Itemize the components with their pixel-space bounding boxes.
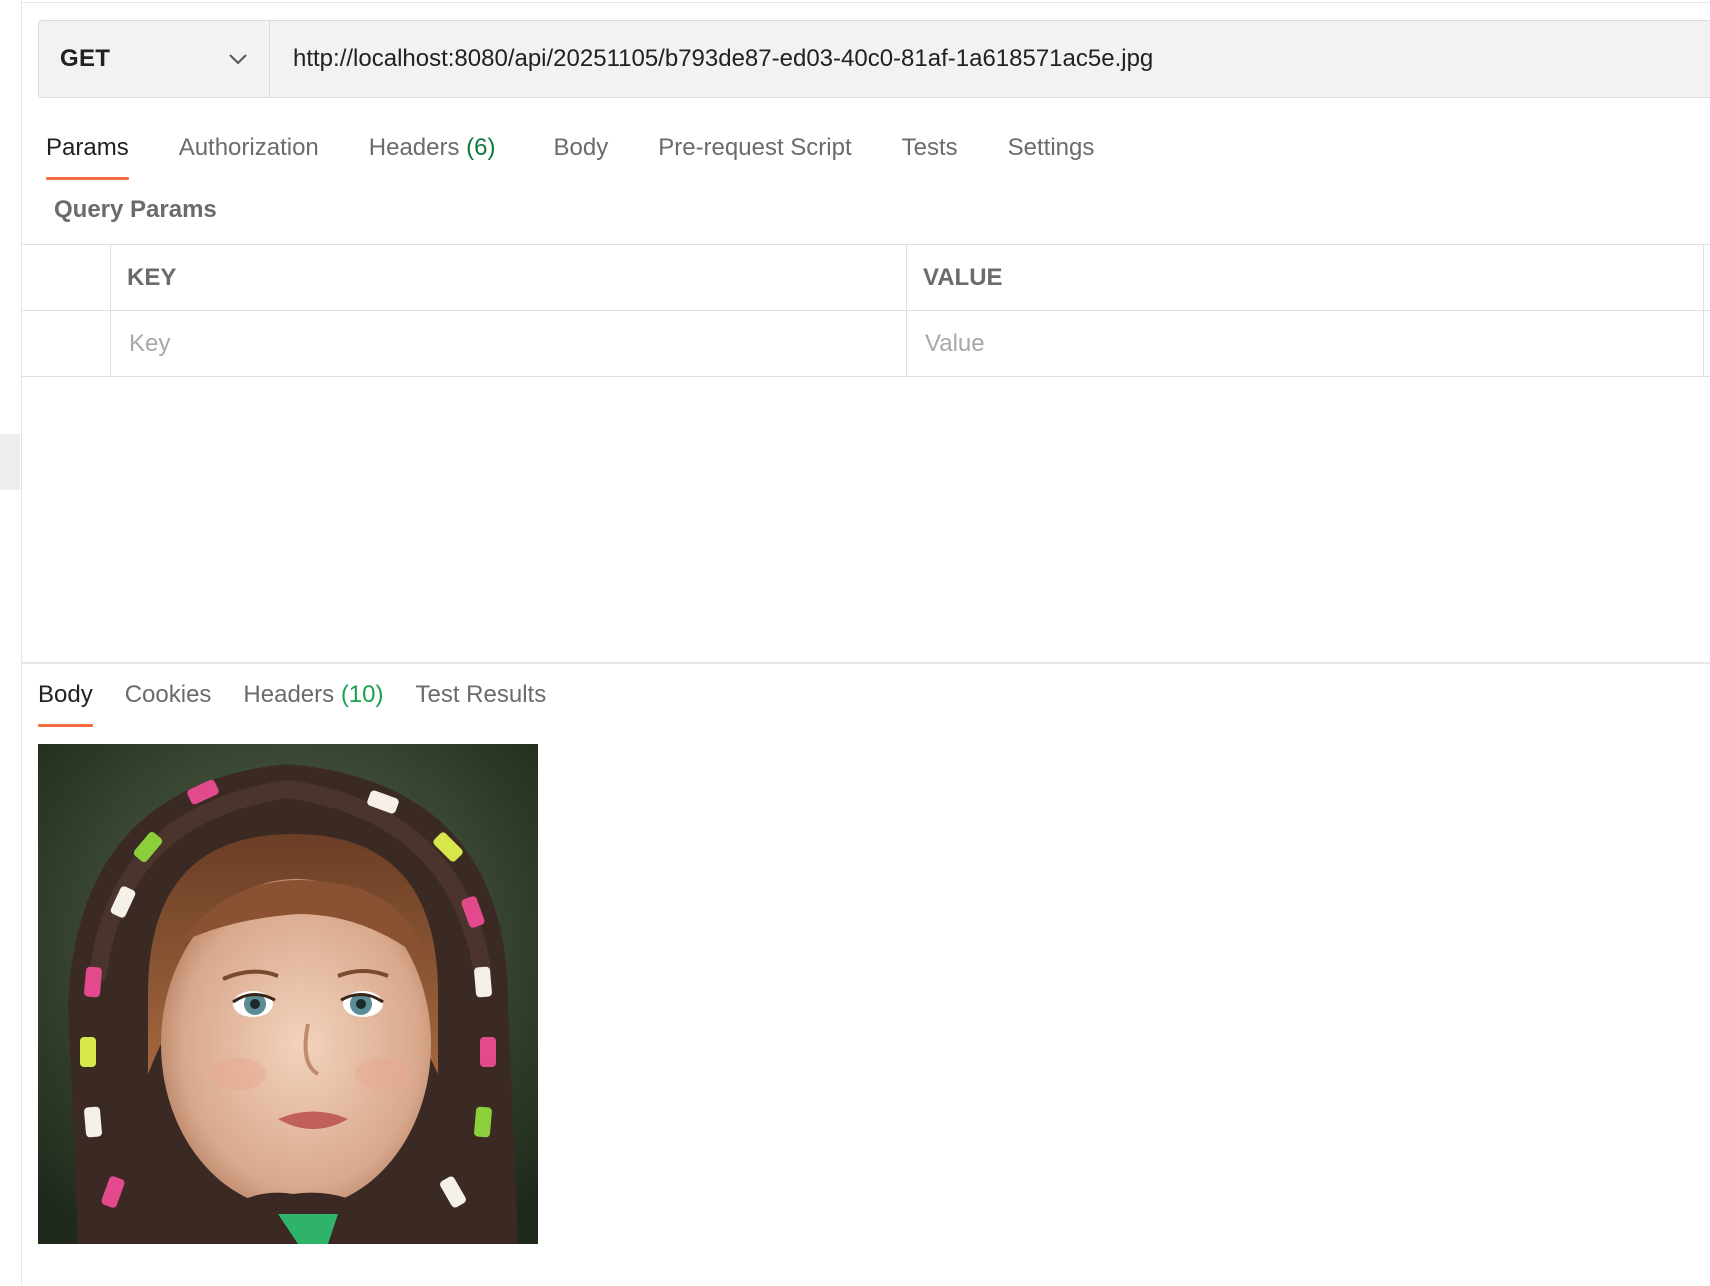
pane-divider[interactable] (21, 662, 1710, 664)
request-tabs: Params Authorization Headers (6) Body Pr… (46, 124, 1094, 180)
tab-label: Test Results (415, 681, 547, 708)
tab-label: Settings (1007, 134, 1095, 161)
tab-cookies[interactable]: Cookies (125, 671, 212, 727)
url-input[interactable] (270, 21, 1710, 97)
tab-label: Pre-request Script (658, 134, 852, 161)
tab-params[interactable]: Params (46, 124, 129, 180)
sidebar-gutter (0, 0, 22, 1286)
tab-tests[interactable]: Tests (902, 124, 958, 180)
tab-label: Cookies (124, 681, 212, 708)
method-label: GET (60, 45, 111, 72)
column-header-label: KEY (127, 263, 177, 291)
tab-label: Tests (901, 134, 958, 161)
api-client-window: GET Params Authorization Headers (6) Bod… (0, 0, 1710, 1286)
tab-headers[interactable]: Headers (6) (369, 124, 496, 180)
tab-label: Body (38, 681, 93, 708)
sidebar-resize-handle[interactable] (0, 434, 20, 490)
tab-pre-request-script[interactable]: Pre-request Script (658, 124, 851, 180)
key-cell (111, 311, 907, 376)
method-select[interactable]: GET (39, 21, 270, 97)
check-column-header (21, 245, 111, 310)
value-input[interactable] (923, 329, 1703, 358)
tab-label: Headers (368, 134, 460, 161)
request-bar: GET (38, 20, 1710, 98)
value-column-header: VALUE (907, 245, 1704, 310)
tab-test-results[interactable]: Test Results (416, 671, 547, 727)
tab-response-headers[interactable]: Headers (10) (243, 671, 383, 727)
tab-response-body[interactable]: Body (38, 671, 93, 727)
chevron-down-icon (227, 48, 249, 70)
column-header-label: VALUE (923, 263, 1003, 291)
tab-label: Body (553, 134, 609, 161)
params-table: KEY VALUE (21, 244, 1710, 377)
tab-body[interactable]: Body (554, 124, 609, 180)
tab-count-badge: (10) (340, 681, 384, 708)
response-image (38, 744, 538, 1244)
tab-label: Authorization (178, 134, 319, 161)
key-input[interactable] (127, 329, 906, 358)
table-row (21, 311, 1710, 377)
tab-label: Headers (243, 681, 335, 708)
row-checkbox-cell (21, 311, 111, 376)
key-column-header: KEY (111, 245, 907, 310)
tab-settings[interactable]: Settings (1008, 124, 1095, 180)
tab-count-badge: (6) (466, 134, 496, 161)
photo-of-child-in-hood (38, 744, 538, 1244)
table-header-row: KEY VALUE (21, 245, 1710, 311)
query-params-title: Query Params (54, 196, 217, 223)
tab-label: Params (46, 134, 129, 161)
top-divider (21, 2, 1710, 3)
value-cell (907, 311, 1704, 376)
tab-authorization[interactable]: Authorization (179, 124, 319, 180)
response-tabs: Body Cookies Headers (10) Test Results (38, 671, 546, 727)
